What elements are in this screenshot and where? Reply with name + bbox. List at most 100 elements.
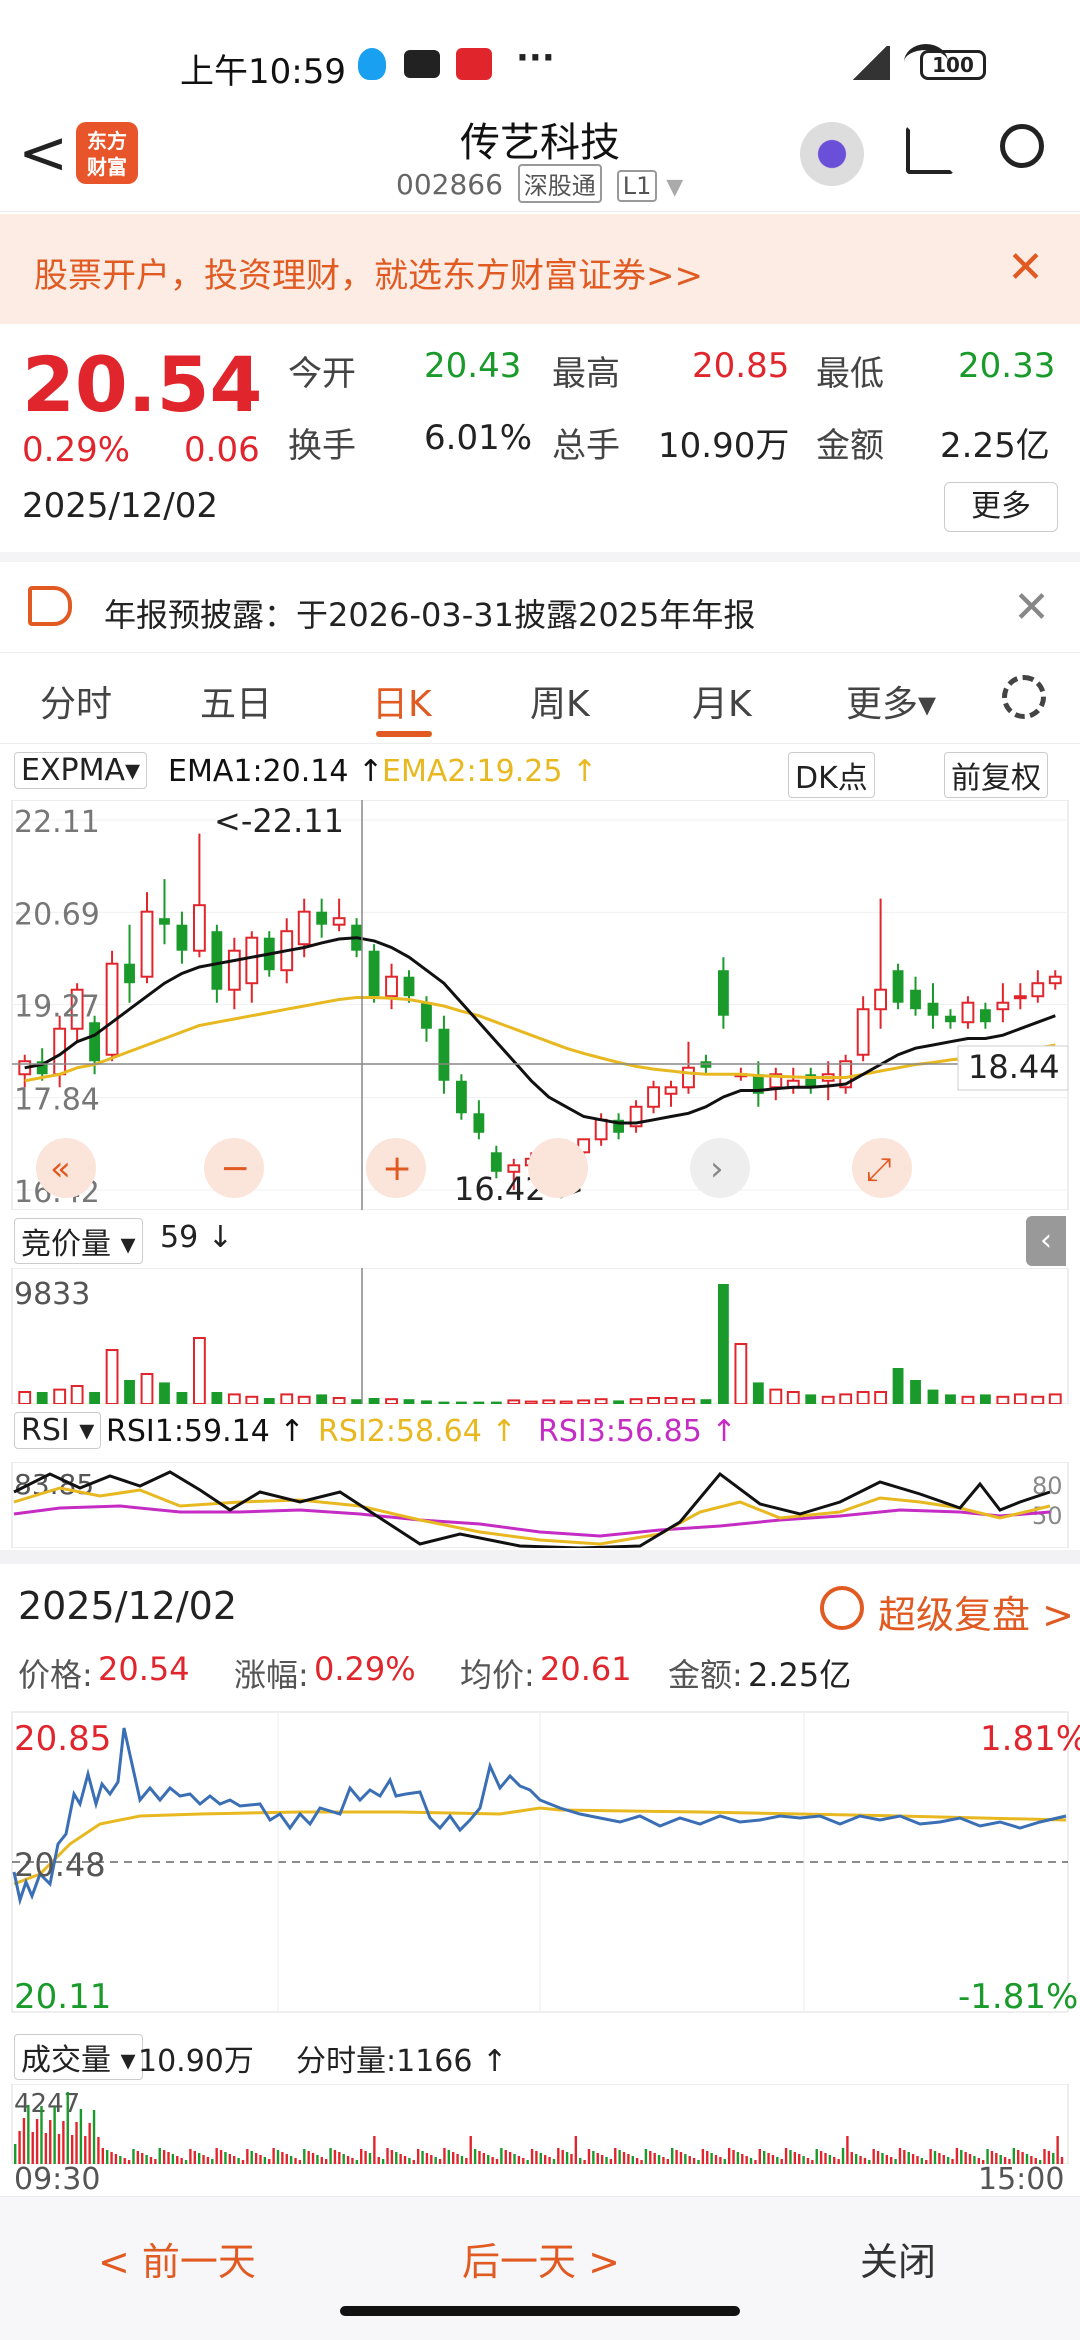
intraday-volume-bar [342, 2154, 345, 2164]
avg-value: 20.61 [540, 1650, 632, 1688]
intraday-volume-bar [929, 2149, 932, 2164]
intraday-volume-bar [351, 2158, 354, 2164]
intraday-chart[interactable]: 20.85 20.48 20.11 1.81% -1.81% [0, 1704, 1080, 2034]
intraday-volume-bar [412, 2160, 415, 2164]
candle-body [297, 910, 311, 946]
intraday-volume-bar [189, 2149, 192, 2164]
tab-intraday[interactable]: 分时 [40, 675, 112, 727]
tab-weekly-k[interactable]: 周K [530, 675, 590, 727]
volume-bar [542, 1399, 556, 1404]
stock-nav-bar: < 东方 财富 传艺科技 002866 深股通 L1 ▼ [0, 110, 1080, 212]
search-icon[interactable] [1000, 124, 1044, 168]
intraday-volume-bar [18, 2131, 21, 2164]
intraday-volume-bar [70, 2135, 74, 2164]
tab-daily-k[interactable]: 日K [372, 675, 432, 727]
intraday-volume-bar [346, 2156, 350, 2164]
robot-assistant-icon[interactable] [800, 122, 864, 186]
close-icon[interactable]: ✕ [1007, 242, 1044, 293]
battery-icon: 100 [920, 50, 986, 80]
promo-banner[interactable]: 股票开户，投资理财，就选东方财富证券>> ✕ [0, 214, 1080, 324]
collapse-left-icon[interactable]: ‹ [1026, 1216, 1066, 1266]
notice-text[interactable]: 年报预披露：于2026-03-31披露2025年年报 [104, 590, 755, 636]
amount-label: 金额 [816, 426, 884, 466]
candle-body [490, 1152, 502, 1172]
quote-panel: 20.54 0.29% 0.06 2025/12/02 今开 20.43 最高 … [0, 324, 1080, 554]
intraday-volume-chart[interactable]: 4247 [0, 2084, 1080, 2164]
prev-day-button[interactable]: < 前一天 [98, 2231, 256, 2286]
close-icon[interactable]: ✕ [1013, 582, 1050, 633]
candle-body [979, 1009, 991, 1023]
intraday-volume-bar [815, 2149, 818, 2164]
candle-body [176, 924, 188, 951]
volume-bar [752, 1382, 764, 1404]
intraday-volume-bar [802, 2156, 805, 2164]
time-start: 09:30 [14, 2162, 101, 2197]
intraday-volume-bar [828, 2155, 832, 2164]
kline-chart[interactable]: 22.1120.6919.2717.8416.42 <-22.11 16.42-… [0, 800, 1080, 1210]
next-day-button[interactable]: 后一天 > [462, 2231, 620, 2286]
intraday-volume-bar [653, 2153, 656, 2164]
volume-bar [577, 1399, 591, 1404]
report-notice[interactable]: 年报预披露：于2026-03-31披露2025年年报 ✕ [0, 552, 1080, 652]
scroll-play-button[interactable] [528, 1138, 588, 1198]
volume-bar [316, 1394, 328, 1404]
detail-volume-select[interactable]: 成交量 ▾ [14, 2034, 143, 2080]
close-button[interactable]: 关闭 [860, 2231, 936, 2286]
volume-bar [385, 1398, 398, 1404]
volume-bar [36, 1392, 48, 1404]
intraday-volume-bar [885, 2155, 889, 2164]
share-icon[interactable] [906, 126, 954, 174]
intraday-volume-bar [311, 2153, 315, 2164]
intraday-volume-bar [360, 2149, 363, 2164]
intraday-volume-bar [447, 2150, 451, 2164]
promo-text[interactable]: 股票开户，投资理财，就选东方财富证券>> [34, 248, 703, 297]
candle-body [368, 950, 380, 997]
tab-five-day[interactable]: 五日 [200, 675, 272, 727]
intraday-volume-bar [482, 2153, 486, 2164]
adjust-button[interactable]: 前复权 [944, 752, 1048, 798]
candle-body [105, 962, 119, 1056]
volume-bar [647, 1397, 660, 1404]
tab-more[interactable]: 更多▾ [846, 675, 936, 727]
intraday-volume-bar [833, 2157, 836, 2164]
chevron-down-icon[interactable]: ▼ [666, 175, 683, 200]
intraday-volume-bar [224, 2152, 227, 2164]
volume-bar [211, 1392, 223, 1404]
intraday-volume-bar [381, 2159, 385, 2164]
volume-indicator-select[interactable]: 竞价量 ▾ [14, 1218, 143, 1264]
last-price: 20.54 [22, 340, 263, 429]
intraday-volume-bar [679, 2152, 683, 2164]
candle-body [682, 1066, 695, 1089]
indicator-select[interactable]: EXPMA▾ [14, 752, 148, 789]
high-value: 20.85 [692, 346, 790, 386]
gear-icon[interactable] [1002, 675, 1046, 719]
volume-bar [280, 1393, 294, 1404]
intraday-volume-bar [837, 2159, 840, 2164]
volume-value: 10.90万 [658, 426, 790, 466]
volume-chart[interactable]: 9833 [0, 1268, 1080, 1404]
candle-body [996, 1001, 1010, 1011]
super-replay-button[interactable]: 超级复盘 > [878, 1584, 1074, 1639]
intraday-volume-bar [14, 2144, 17, 2164]
intraday-volume-bar [688, 2156, 691, 2164]
intraday-volume-bar [960, 2150, 963, 2164]
intraday-volume-bar [307, 2151, 310, 2164]
detail-volume-value: 10.90万 [138, 2044, 254, 2079]
rsi3-value: RSI3:56.85 ↑ [538, 1414, 737, 1449]
candle-body [227, 949, 241, 991]
tab-monthly-k[interactable]: 月K [692, 675, 752, 727]
intraday-low-pct: -1.81% [958, 1977, 1078, 2017]
dk-point-button[interactable]: DK点 [788, 752, 875, 798]
intraday-volume-bar [53, 2107, 56, 2164]
rsi-indicator-select[interactable]: RSI ▾ [14, 1412, 102, 1449]
intraday-volume-bar [758, 2149, 761, 2164]
intraday-volume-bar [500, 2148, 503, 2164]
candle-body [455, 1080, 467, 1114]
intraday-volume-bar [22, 2118, 26, 2164]
more-button[interactable]: 更多 [944, 482, 1058, 532]
history-icon[interactable] [820, 1586, 864, 1630]
intraday-volume-bar [933, 2151, 937, 2164]
rsi-chart[interactable]: 83.85 80 50 [0, 1462, 1080, 1548]
intraday-volume-bar [587, 2149, 591, 2164]
volume-bar [559, 1400, 573, 1404]
